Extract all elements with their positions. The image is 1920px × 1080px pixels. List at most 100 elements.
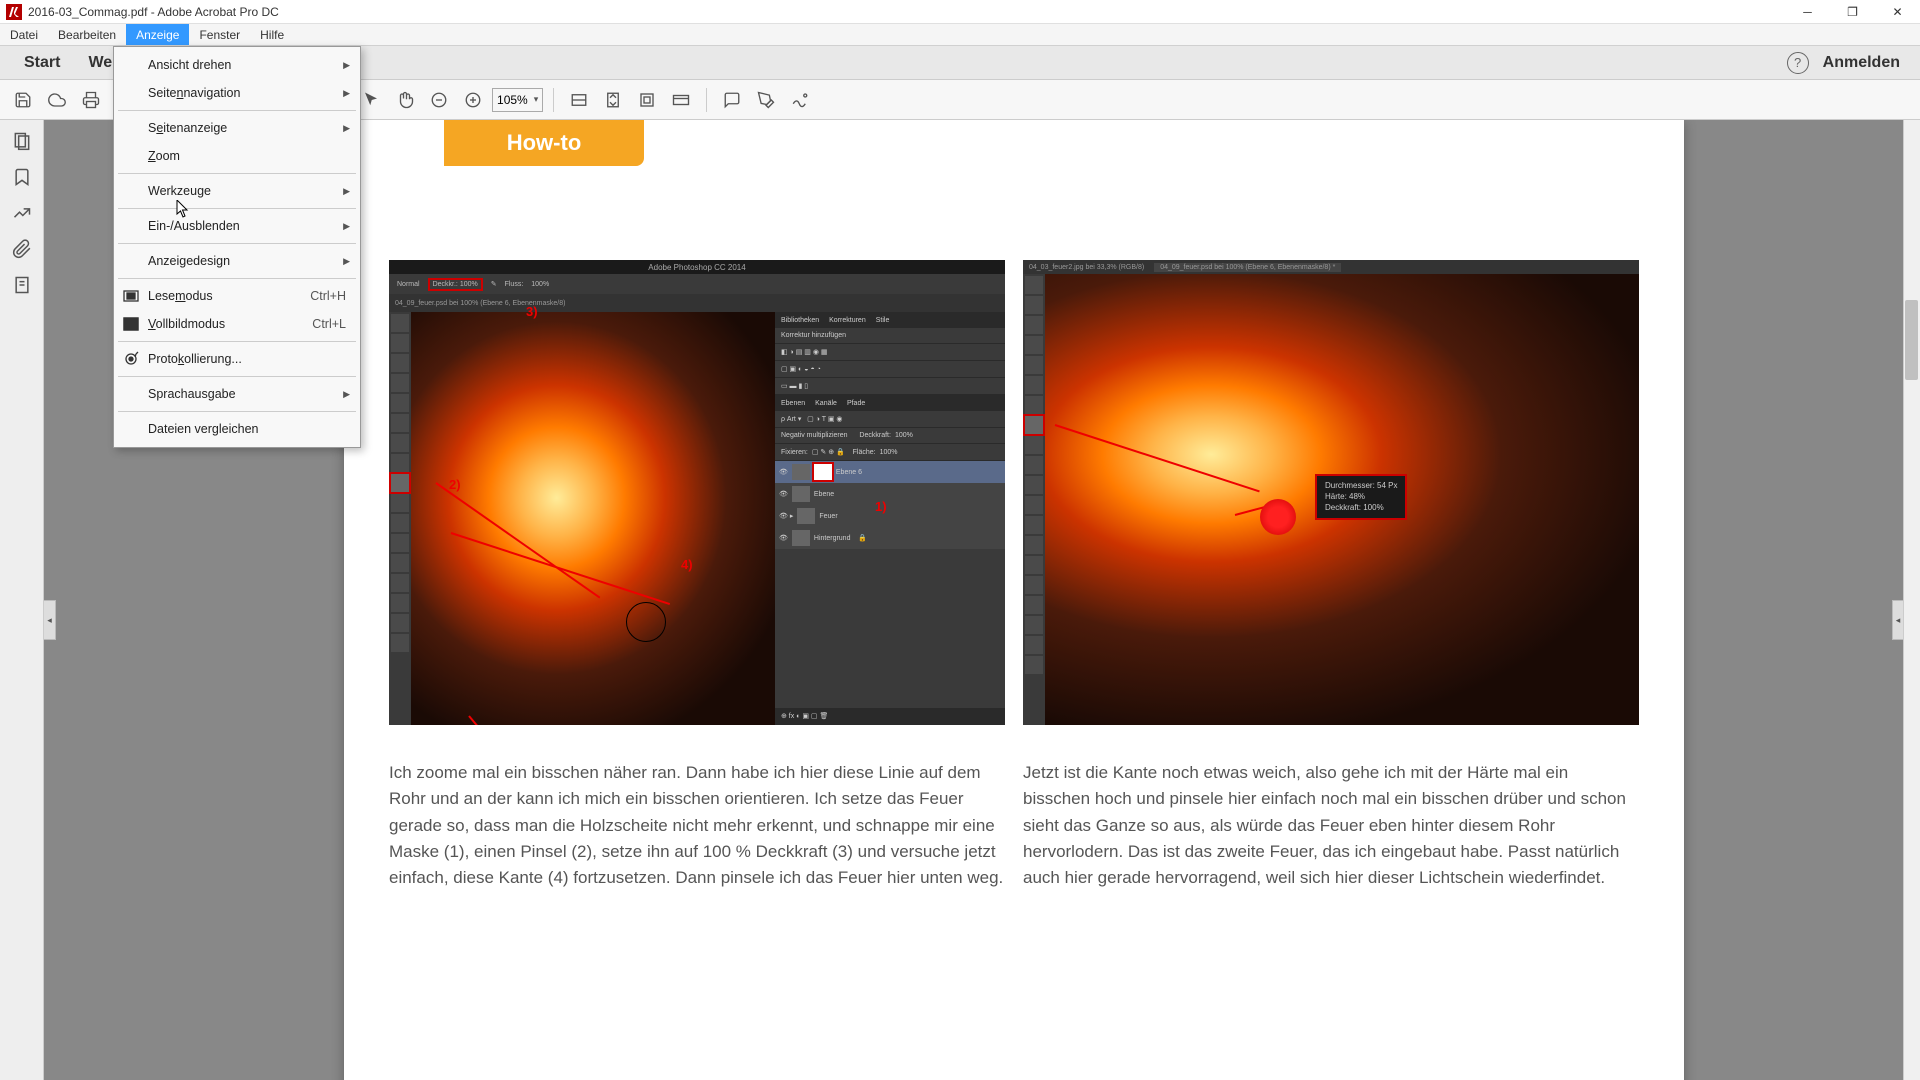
menu-item-protokollierung-[interactable]: Protokollierung... — [114, 345, 360, 373]
text-column-left: Ich zoome mal ein bisschen näher ran. Da… — [389, 760, 1005, 892]
ps-doc-tabs: 04_09_feuer.psd bei 100% (Ebene 6, Ebene… — [389, 294, 1005, 312]
screenshot-row: Adobe Photoshop CC 2014 Normal Deckkr.: … — [389, 260, 1639, 725]
maximize-button[interactable]: ❐ — [1830, 0, 1875, 24]
app-icon — [6, 4, 22, 20]
menu-item-vollbildmodus[interactable]: Vollbildmodus Ctrl+L — [114, 310, 360, 338]
menu-item-zoom[interactable]: Zoom — [114, 142, 360, 170]
submenu-arrow-icon: ▶ — [343, 88, 350, 99]
annotation-3: 3) — [526, 304, 538, 319]
annotation-4: 4) — [681, 557, 693, 572]
ps-canvas: Durchmesser: 54 Px Härte: 48% Deckkraft:… — [1045, 274, 1639, 725]
menu-item-label: Seitenanzeige — [148, 121, 227, 135]
menu-item-label: Zoom — [148, 149, 180, 163]
menu-separator — [118, 173, 356, 174]
menu-datei[interactable]: Datei — [0, 24, 48, 45]
bookmarks-icon[interactable] — [11, 166, 33, 188]
signin-link[interactable]: Anmelden — [1823, 54, 1910, 72]
pdf-page: How-to Adobe Photoshop CC 2014 Normal De… — [344, 120, 1684, 1080]
fit-width-icon[interactable] — [564, 85, 594, 115]
highlight-icon[interactable] — [751, 85, 781, 115]
menu-item-label: Werkzeuge — [148, 184, 211, 198]
scrollbar-thumb[interactable] — [1905, 300, 1918, 380]
menu-item-label: Vollbildmodus — [148, 317, 225, 331]
body-text: Ich zoome mal ein bisschen näher ran. Da… — [389, 760, 1639, 892]
tab-start[interactable]: Start — [10, 54, 74, 72]
ps-blend-mode: Normal — [397, 281, 420, 288]
submenu-arrow-icon: ▶ — [343, 186, 350, 197]
menu-item-ansicht-drehen[interactable]: Ansicht drehen ▶ — [114, 51, 360, 79]
submenu-arrow-icon: ▶ — [343, 123, 350, 134]
separator — [706, 88, 707, 112]
menu-item-ein-ausblenden[interactable]: Ein-/Ausblenden ▶ — [114, 212, 360, 240]
photoshop-screenshot-left: Adobe Photoshop CC 2014 Normal Deckkr.: … — [389, 260, 1005, 725]
menu-bearbeiten[interactable]: Bearbeiten — [48, 24, 126, 45]
minimize-button[interactable]: ─ — [1785, 0, 1830, 24]
menu-separator — [118, 243, 356, 244]
zoom-value: 105% — [497, 93, 528, 107]
signatures-icon[interactable] — [11, 202, 33, 224]
save-icon[interactable] — [8, 85, 38, 115]
menu-item-seitenanzeige[interactable]: Seitenanzeige ▶ — [114, 114, 360, 142]
menu-fenster[interactable]: Fenster — [189, 24, 250, 45]
ps-panels: BibliothekenKorrekturenStile Korrektur h… — [775, 312, 1005, 725]
cloud-icon[interactable] — [42, 85, 72, 115]
zoom-out-icon[interactable] — [424, 85, 454, 115]
print-icon[interactable] — [76, 85, 106, 115]
ps-canvas: 2) 3) 4) — [411, 312, 775, 725]
ps-toolbar — [389, 312, 411, 725]
menu-separator — [118, 208, 356, 209]
vertical-scrollbar[interactable] — [1903, 120, 1920, 1080]
menu-item-seitennavigation[interactable]: Seitennavigation▶ — [114, 79, 360, 107]
close-button[interactable]: ✕ — [1875, 0, 1920, 24]
tracker-icon — [122, 350, 140, 368]
menu-separator — [118, 411, 356, 412]
ps-brush-tool — [391, 474, 409, 492]
menu-item-label: Ein-/Ausblenden — [148, 219, 240, 233]
menu-item-label: Protokollierung... — [148, 352, 242, 366]
submenu-arrow-icon: ▶ — [343, 256, 350, 267]
titlebar: 2016-03_Commag.pdf - Adobe Acrobat Pro D… — [0, 0, 1920, 24]
ps-brush-tool — [1025, 416, 1043, 434]
menu-item-dateien-vergleichen[interactable]: Dateien vergleichen — [114, 415, 360, 443]
menu-hilfe[interactable]: Hilfe — [250, 24, 294, 45]
red-marker-dot — [1260, 499, 1296, 535]
menu-item-label: Dateien vergleichen — [148, 422, 259, 436]
submenu-arrow-icon: ▶ — [343, 221, 350, 232]
menu-item-label: Ansicht drehen — [148, 58, 231, 72]
anzeige-dropdown: Ansicht drehen▶Seitennavigation▶Seitenan… — [113, 46, 361, 448]
menu-anzeige[interactable]: Anzeige — [126, 24, 189, 45]
layers-icon[interactable] — [11, 274, 33, 296]
zoom-select[interactable]: 105% — [492, 88, 543, 112]
comment-icon[interactable] — [717, 85, 747, 115]
fit-visible-icon[interactable] — [632, 85, 662, 115]
menu-item-lesemodus[interactable]: LesemodusCtrl+H — [114, 282, 360, 310]
shortcut-label: Ctrl+L — [312, 317, 346, 331]
menu-item-anzeigedesign[interactable]: Anzeigedesign ▶ — [114, 247, 360, 275]
brush-tooltip: Durchmesser: 54 Px Härte: 48% Deckkraft:… — [1315, 474, 1407, 520]
separator — [553, 88, 554, 112]
ps-doc-tabs: 04_03_feuer2.jpg bei 33,3% (RGB/8) 04_09… — [1023, 260, 1639, 274]
submenu-arrow-icon: ▶ — [343, 60, 350, 71]
menu-item-sprachausgabe[interactable]: Sprachausgabe▶ — [114, 380, 360, 408]
attachments-icon[interactable] — [11, 238, 33, 260]
menu-item-werkzeuge[interactable]: Werkzeuge ▶ — [114, 177, 360, 205]
window-title: 2016-03_Commag.pdf - Adobe Acrobat Pro D… — [28, 5, 279, 19]
help-icon[interactable]: ? — [1787, 52, 1809, 74]
ps-toolbar — [1023, 274, 1045, 725]
navigation-rail — [0, 120, 44, 1080]
ps-layer-row: 👁 Ebene 6 — [775, 461, 1005, 483]
zoom-in-icon[interactable] — [458, 85, 488, 115]
submenu-arrow-icon: ▶ — [343, 389, 350, 400]
fit-page-icon[interactable] — [598, 85, 628, 115]
sign-icon[interactable] — [785, 85, 815, 115]
annotation-1: 1) — [875, 499, 887, 514]
fullwidth-icon — [122, 287, 140, 305]
menu-item-label: Anzeigedesign — [148, 254, 230, 268]
shortcut-label: Ctrl+H — [310, 289, 346, 303]
menubar: Datei Bearbeiten Anzeige Fenster Hilfe — [0, 24, 1920, 46]
thumbnails-icon[interactable] — [11, 130, 33, 152]
ps-tab: 04_09_feuer.psd bei 100% (Ebene 6, Ebene… — [395, 300, 565, 307]
hand-tool-icon[interactable] — [390, 85, 420, 115]
read-mode-icon[interactable] — [666, 85, 696, 115]
annotation-2: 2) — [449, 477, 461, 492]
